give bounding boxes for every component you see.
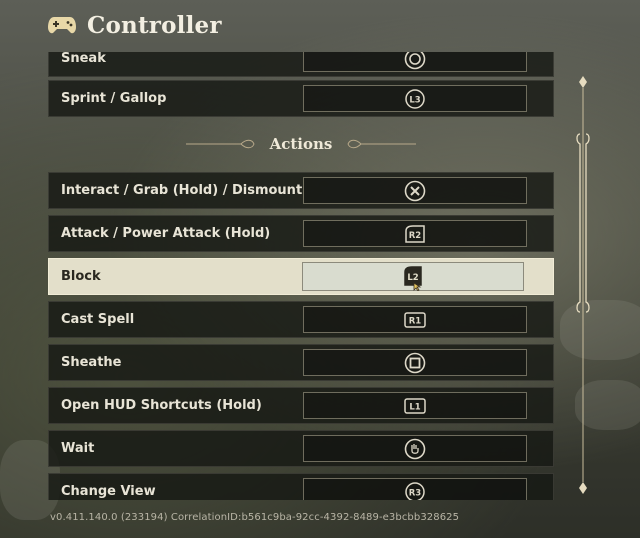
glyph-text: L2 — [407, 273, 418, 283]
scroll-down-icon — [579, 482, 587, 494]
flourish-right-icon — [347, 139, 417, 149]
cross-button-icon — [404, 180, 426, 201]
settings-row-attack[interactable]: Attack / Power Attack (Hold) R2 — [48, 215, 554, 252]
row-label: Attack / Power Attack (Hold) — [61, 226, 271, 241]
row-label: Sprint / Gallop — [61, 91, 167, 106]
settings-row-wait[interactable]: Wait — [48, 430, 554, 467]
l1-bumper-icon: L1 — [404, 397, 426, 414]
glyph-text: R3 — [409, 488, 422, 498]
version-footer: v0.411.140.0 (233194) CorrelationID:b561… — [50, 512, 460, 523]
settings-row-change-view[interactable]: Change View R3 — [48, 473, 554, 500]
settings-row-sneak[interactable]: Sneak — [48, 52, 554, 77]
glyph-text: L3 — [409, 95, 420, 105]
gamepad-icon — [48, 17, 76, 34]
r1-bumper-icon: R1 — [404, 311, 426, 328]
section-header-actions: Actions — [48, 126, 554, 162]
row-label: Change View — [61, 484, 156, 499]
binding-button[interactable]: L3 — [303, 85, 527, 112]
row-label: Wait — [61, 441, 95, 456]
scroll-up-icon — [579, 76, 587, 88]
row-label: Sneak — [61, 52, 106, 66]
r3-icon: R3 — [405, 481, 425, 500]
l3-icon: L3 — [405, 88, 425, 109]
binding-button[interactable]: L2 — [302, 262, 524, 291]
page-title: Controller — [87, 11, 222, 39]
binding-button[interactable]: R2 — [303, 220, 527, 247]
settings-row-sprint-gallop[interactable]: Sprint / Gallop L3 — [48, 80, 554, 117]
scrollbar[interactable] — [573, 72, 593, 498]
square-button-icon — [404, 352, 426, 373]
settings-row-block[interactable]: Block L2 — [48, 258, 554, 295]
settings-row-interact[interactable]: Interact / Grab (Hold) / Dismount — [48, 172, 554, 209]
touchpad-icon — [404, 438, 426, 459]
binding-button[interactable]: L1 — [303, 392, 527, 419]
r2-trigger-icon: R2 — [405, 224, 425, 243]
row-label: Cast Spell — [61, 312, 135, 327]
page-header: Controller — [47, 8, 222, 42]
row-label: Block — [61, 269, 101, 284]
row-label: Open HUD Shortcuts (Hold) — [61, 398, 262, 413]
l2-trigger-icon: L2 — [404, 265, 422, 291]
glyph-text: L1 — [409, 402, 420, 412]
glyph-text: R1 — [409, 316, 422, 326]
row-label: Interact / Grab (Hold) / Dismount — [61, 183, 303, 198]
settings-row-hud-shortcuts[interactable]: Open HUD Shortcuts (Hold) L1 — [48, 387, 554, 424]
settings-list: Sneak Sprint / Gallop L3 Actions Interac… — [0, 52, 640, 500]
binding-button[interactable] — [303, 177, 527, 204]
settings-row-cast-spell[interactable]: Cast Spell R1 — [48, 301, 554, 338]
section-title: Actions — [269, 135, 333, 153]
row-label: Sheathe — [61, 355, 122, 370]
binding-button[interactable] — [303, 435, 527, 462]
settings-row-sheathe[interactable]: Sheathe — [48, 344, 554, 381]
binding-button[interactable]: R3 — [303, 478, 527, 500]
binding-button[interactable] — [303, 52, 527, 72]
glyph-text: R2 — [409, 231, 422, 241]
flourish-left-icon — [185, 139, 255, 149]
binding-button[interactable]: R1 — [303, 306, 527, 333]
r3-press-icon — [404, 52, 426, 69]
binding-button[interactable] — [303, 349, 527, 376]
